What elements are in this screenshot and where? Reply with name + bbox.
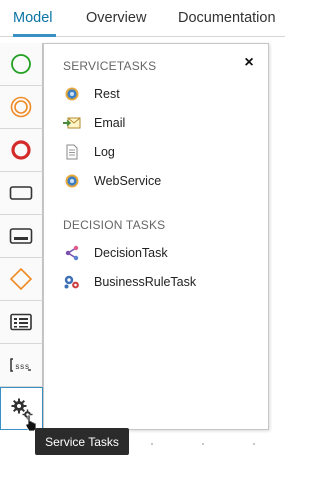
double-circle-orange-icon (10, 96, 32, 118)
menu-item-email[interactable]: Email (63, 112, 125, 134)
menu-item-log[interactable]: Log (63, 141, 115, 163)
rectangle-icon (9, 186, 33, 200)
servicetasks-section-title: SERVICETASKS (63, 59, 157, 73)
palette-start-event[interactable] (0, 43, 43, 86)
canvas-grid-dot (151, 443, 153, 445)
menu-item-webservice[interactable]: WebService (63, 170, 161, 192)
service-tasks-popup: SERVICETASKS × Rest Email Log WebService… (43, 43, 269, 430)
palette-end-event[interactable] (0, 129, 43, 172)
canvas-grid-dot (253, 443, 255, 445)
tab-model[interactable]: Model (13, 10, 53, 26)
menu-item-businessruletask[interactable]: BusinessRuleTask (63, 271, 196, 293)
email-icon (63, 114, 81, 132)
close-icon[interactable]: × (242, 55, 256, 71)
svg-text:sss: sss (15, 363, 30, 372)
element-palette: sss (0, 43, 43, 430)
gear-blue-icon (63, 85, 81, 103)
menu-item-decisiontask[interactable]: DecisionTask (63, 242, 168, 264)
circle-red-thick-icon (11, 140, 31, 160)
diamond-orange-icon (9, 267, 33, 291)
active-tab-indicator (13, 34, 56, 37)
form-icon (10, 313, 32, 331)
menu-item-rest[interactable]: Rest (63, 83, 120, 105)
gear-blue-icon (63, 172, 81, 190)
tab-overview[interactable]: Overview (86, 10, 146, 26)
decision-tree-icon (63, 244, 81, 262)
circle-green-icon (11, 54, 31, 74)
script-icon: sss (10, 358, 31, 372)
tab-documentation[interactable]: Documentation (178, 10, 276, 26)
palette-intermediate-event[interactable] (0, 86, 43, 129)
palette-task[interactable] (0, 172, 43, 215)
document-icon (63, 143, 81, 161)
canvas-grid-dot (202, 443, 204, 445)
business-rule-icon (63, 273, 81, 291)
palette-gateway[interactable] (0, 258, 43, 301)
tab-bar: Model Overview Documentation (0, 0, 285, 37)
palette-subprocess[interactable] (0, 215, 43, 258)
rounded-rect-icon (9, 228, 33, 244)
service-tasks-tooltip: Service Tasks (35, 428, 129, 455)
decision-tasks-section-title: DECISION TASKS (63, 218, 166, 232)
palette-script[interactable]: sss (0, 344, 43, 387)
palette-form[interactable] (0, 301, 43, 344)
